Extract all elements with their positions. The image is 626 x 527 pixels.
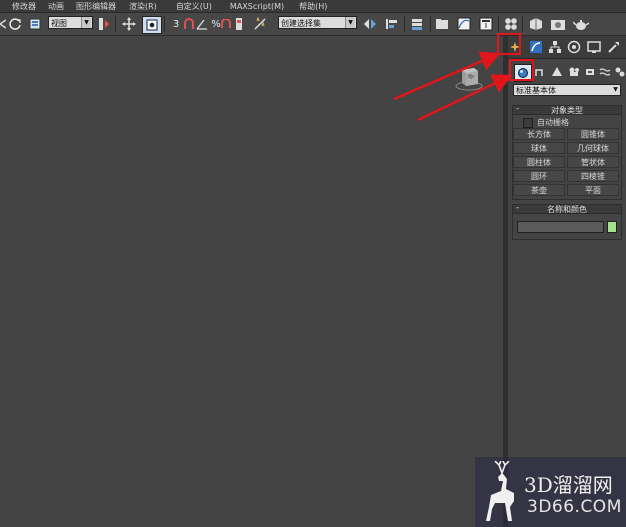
annotation-arrows [393,51,513,122]
watermark-brand: 3D溜溜网 [524,473,613,497]
arrow-to-create-tab [393,51,501,101]
deer-logo-icon [486,461,514,521]
watermark: 3D溜溜网 3D66.COM [475,457,626,527]
watermark-url: 3D66.COM [527,497,622,517]
